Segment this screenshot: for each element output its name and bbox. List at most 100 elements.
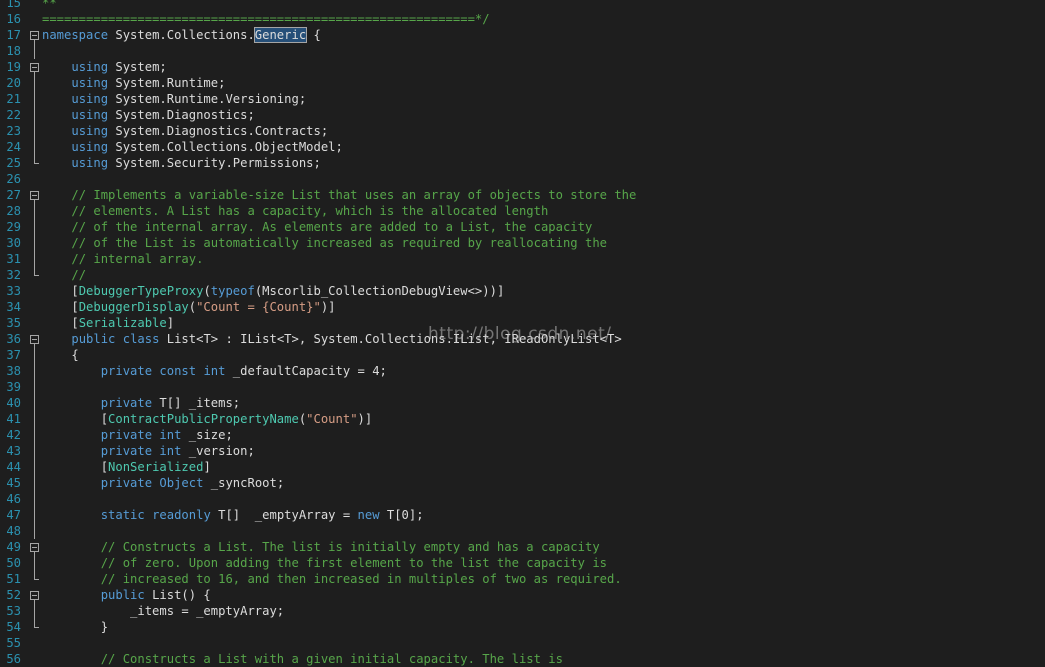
code-text[interactable]: ========================================…	[42, 11, 490, 27]
code-text[interactable]: using System.Diagnostics.Contracts;	[42, 123, 328, 139]
code-line[interactable]: 44 [NonSerialized]	[0, 459, 1045, 475]
code-text[interactable]: private int _version;	[42, 443, 255, 459]
code-text[interactable]: [DebuggerDisplay("Count = {Count}")]	[42, 299, 335, 315]
code-line[interactable]: 18	[0, 43, 1045, 59]
code-line[interactable]: 19 using System;	[0, 59, 1045, 75]
line-number: 52	[6, 588, 21, 602]
code-text[interactable]: [NonSerialized]	[42, 459, 211, 475]
code-line[interactable]: 40 private T[] _items;	[0, 395, 1045, 411]
collapse-icon[interactable]	[30, 335, 39, 344]
code-line[interactable]: 48	[0, 523, 1045, 539]
code-text[interactable]: namespace System.Collections.Generic {	[42, 27, 321, 43]
code-line[interactable]: 27 // Implements a variable-size List th…	[0, 187, 1045, 203]
code-line[interactable]: 46	[0, 491, 1045, 507]
code-text[interactable]: [Serializable]	[42, 315, 174, 331]
code-text[interactable]: // of the List is automatically increase…	[42, 235, 607, 251]
code-line[interactable]: 38 private const int _defaultCapacity = …	[0, 363, 1045, 379]
code-line[interactable]: 43 private int _version;	[0, 443, 1045, 459]
code-line[interactable]: 15 **	[0, 0, 1045, 11]
line-number: 29	[6, 220, 21, 234]
code-line[interactable]: 49 // Constructs a List. The list is ini…	[0, 539, 1045, 555]
code-text[interactable]: using System.Collections.ObjectModel;	[42, 139, 343, 155]
code-text[interactable]: [ContractPublicPropertyName("Count")]	[42, 411, 373, 427]
code-line[interactable]: 39	[0, 379, 1045, 395]
code-line[interactable]: 28 // elements. A List has a capacity, w…	[0, 203, 1045, 219]
code-text[interactable]: using System.Runtime;	[42, 75, 225, 91]
code-line[interactable]: 25 using System.Security.Permissions;	[0, 155, 1045, 171]
code-token: DebuggerDisplay	[78, 300, 189, 314]
code-text[interactable]: private T[] _items;	[42, 395, 240, 411]
code-line[interactable]: 24 using System.Collections.ObjectModel;	[0, 139, 1045, 155]
code-token: [	[42, 460, 109, 474]
code-text[interactable]: // Constructs a List. The list is initia…	[42, 539, 600, 555]
line-number: 48	[6, 524, 21, 538]
code-line[interactable]: 21 using System.Runtime.Versioning;	[0, 91, 1045, 107]
code-line[interactable]: 16 ======================================…	[0, 11, 1045, 27]
code-line[interactable]: 32 //	[0, 267, 1045, 283]
code-token: private	[100, 428, 153, 442]
code-line[interactable]: 45 private Object _syncRoot;	[0, 475, 1045, 491]
collapse-icon[interactable]	[30, 31, 39, 40]
code-text[interactable]: **	[42, 0, 57, 11]
code-text[interactable]: [DebuggerTypeProxy(typeof(Mscorlib_Colle…	[42, 283, 504, 299]
code-text[interactable]: // Constructs a List with a given initia…	[42, 651, 563, 667]
fold-guide	[34, 411, 35, 427]
collapse-icon[interactable]	[30, 63, 39, 72]
code-line[interactable]: 26	[0, 171, 1045, 187]
code-line[interactable]: 52 public List() {	[0, 587, 1045, 603]
collapse-icon[interactable]	[30, 191, 39, 200]
code-text[interactable]: private int _size;	[42, 427, 233, 443]
code-token: }	[42, 620, 109, 634]
code-line[interactable]: 22 using System.Diagnostics;	[0, 107, 1045, 123]
code-line[interactable]: 53 _items = _emptyArray;	[0, 603, 1045, 619]
code-line[interactable]: 47 static readonly T[] _emptyArray = new…	[0, 507, 1045, 523]
code-line[interactable]: 17 namespace System.Collections.Generic {	[0, 27, 1045, 43]
code-token: List() {	[144, 588, 211, 602]
code-line[interactable]: 56 // Constructs a List with a given ini…	[0, 651, 1045, 667]
code-text[interactable]: using System;	[42, 59, 166, 75]
code-line[interactable]: 37 {	[0, 347, 1045, 363]
code-token: [	[42, 412, 109, 426]
code-line[interactable]: 51 // increased to 16, and then increase…	[0, 571, 1045, 587]
code-line[interactable]: 31 // internal array.	[0, 251, 1045, 267]
code-text[interactable]: using System.Security.Permissions;	[42, 155, 320, 171]
code-line[interactable]: 50 // of zero. Upon adding the first ele…	[0, 555, 1045, 571]
code-text[interactable]: private const int _defaultCapacity = 4;	[42, 363, 387, 379]
code-token: readonly	[152, 508, 211, 522]
code-text[interactable]: // Implements a variable-size List that …	[42, 187, 636, 203]
code-text[interactable]: _items = _emptyArray;	[42, 603, 284, 619]
code-line[interactable]: 34 [DebuggerDisplay("Count = {Count}")]	[0, 299, 1045, 315]
code-text[interactable]: static readonly T[] _emptyArray = new T[…	[42, 507, 424, 523]
collapse-icon[interactable]	[30, 543, 39, 552]
fold-guide	[34, 443, 35, 459]
code-line[interactable]: 54 }	[0, 619, 1045, 635]
code-line[interactable]: 20 using System.Runtime;	[0, 75, 1045, 91]
code-text[interactable]: }	[42, 619, 108, 635]
code-line[interactable]: 29 // of the internal array. As elements…	[0, 219, 1045, 235]
code-text[interactable]: // internal array.	[42, 251, 203, 267]
code-text[interactable]: // elements. A List has a capacity, whic…	[42, 203, 548, 219]
code-line[interactable]: 55	[0, 635, 1045, 651]
code-token: typeof	[210, 284, 255, 298]
code-text[interactable]: // of zero. Upon adding the first elemen…	[42, 555, 607, 571]
code-line[interactable]: 23 using System.Diagnostics.Contracts;	[0, 123, 1045, 139]
code-text[interactable]: using System.Runtime.Versioning;	[42, 91, 306, 107]
code-text[interactable]: private Object _syncRoot;	[42, 475, 284, 491]
code-line[interactable]: 33 [DebuggerTypeProxy(typeof(Mscorlib_Co…	[0, 283, 1045, 299]
line-number: 16	[6, 12, 21, 26]
code-text[interactable]: // of the internal array. As elements ar…	[42, 219, 592, 235]
collapse-icon[interactable]	[30, 591, 39, 600]
code-line[interactable]: 30 // of the List is automatically incre…	[0, 235, 1045, 251]
code-line[interactable]: 41 [ContractPublicPropertyName("Count")]	[0, 411, 1045, 427]
code-text[interactable]: public List() {	[42, 587, 211, 603]
fold-guide	[34, 139, 35, 155]
code-line[interactable]: 42 private int _size;	[0, 427, 1045, 443]
code-text[interactable]: //	[42, 267, 86, 283]
code-token: int	[159, 428, 182, 442]
code-text[interactable]: {	[42, 347, 78, 363]
code-text[interactable]: using System.Diagnostics;	[42, 107, 254, 123]
code-text[interactable]: // increased to 16, and then increased i…	[42, 571, 622, 587]
